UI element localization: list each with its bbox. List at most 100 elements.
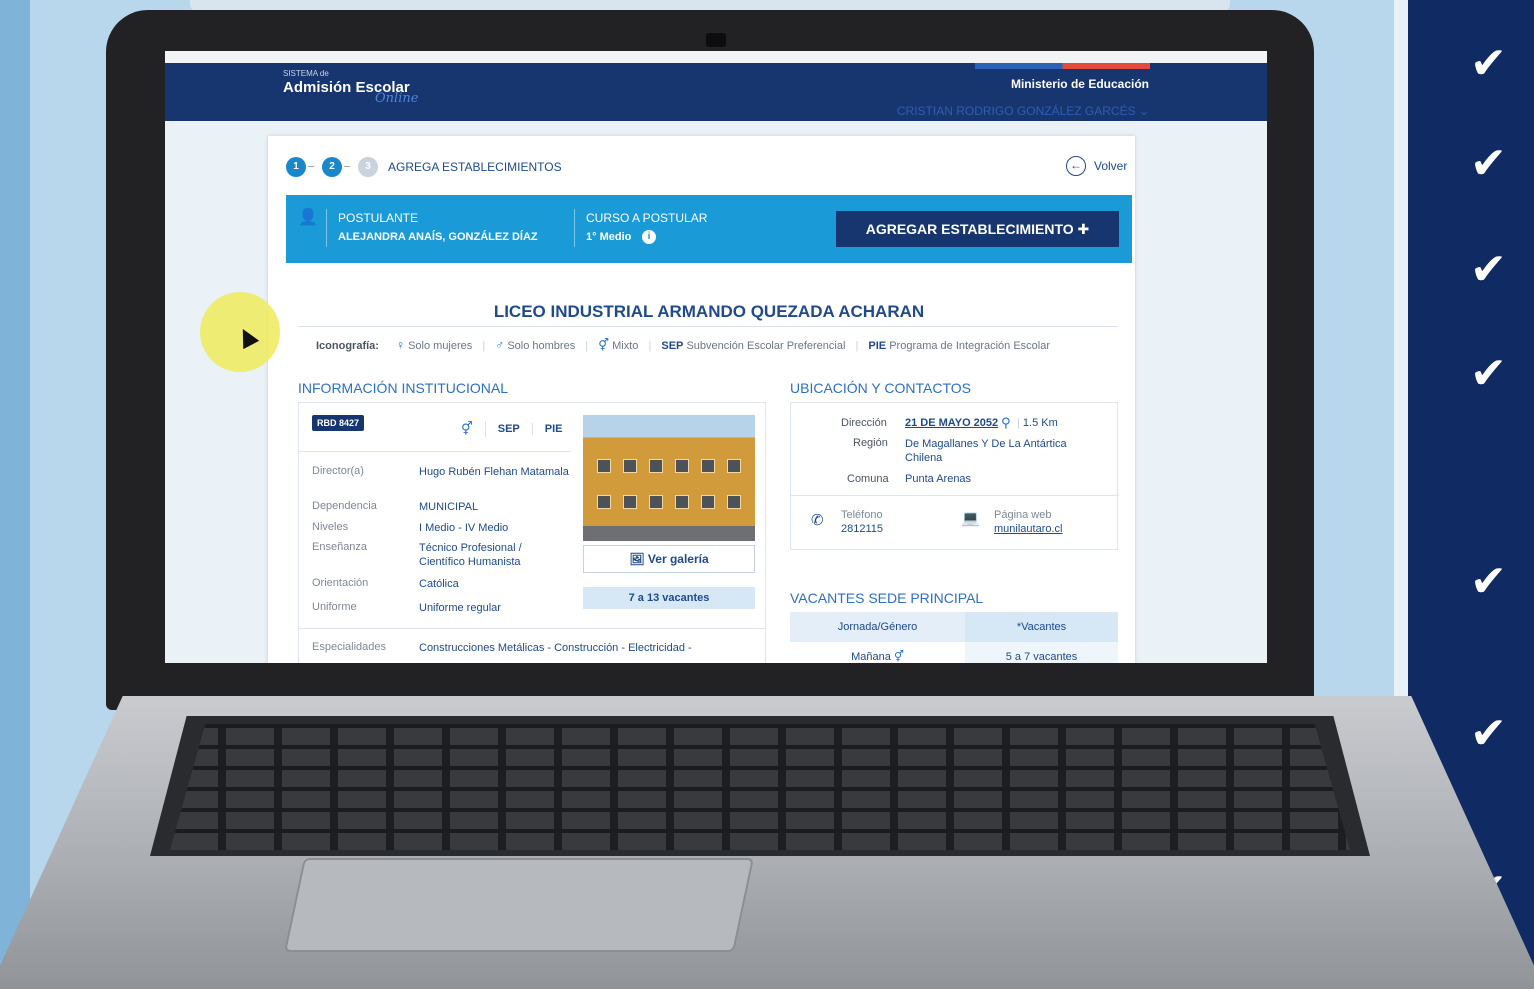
school-name: LICEO INDUSTRIAL ARMANDO QUEZADA ACHARAN (493, 302, 925, 321)
user-icon: 👤 (298, 209, 318, 226)
phone-value: 2812115 (841, 523, 884, 535)
commune-value: Punta Arenas (905, 473, 972, 485)
uniform-label: Uniforme (312, 601, 357, 613)
teaching-value: Técnico Profesional / Científico Humanis… (419, 542, 522, 568)
gallery-label: Ver galería (647, 552, 709, 566)
legend-title: Iconografía: (316, 340, 379, 352)
touchpad (284, 858, 754, 952)
iconography-legend: Iconografía: ♀ Solo mujeres | ♂ Solo hom… (316, 338, 1051, 352)
levels-label: Niveles (312, 521, 349, 533)
distance: | 1.5 Km (1017, 417, 1058, 429)
step-connector (344, 166, 350, 167)
institutional-title: INFORMACIÓN INSTITUCIONAL (298, 380, 509, 396)
uniform-value: Uniforme regular (419, 602, 501, 614)
institutional-info: RBD 8427 ⚥ SEP PIE Director(a) Hugo Rubé… (298, 402, 766, 663)
teaching-label: Enseñanza (312, 541, 368, 553)
step-connector (308, 166, 314, 167)
map-pin-icon[interactable]: ⚲ (1001, 415, 1011, 431)
divider (574, 209, 575, 247)
mixed-icon: ⚥ (893, 651, 904, 663)
table-row: Mañana ⚥ 5 a 7 vacantes (790, 642, 1118, 663)
step-title: AGREGA ESTABLECIMIENTOS (388, 160, 562, 174)
vacancies-title: VACANTES SEDE PRINCIPAL (790, 590, 984, 606)
region-value: De Magallanes Y De La Antártica Chilena (905, 438, 1067, 464)
course-label: CURSO A POSTULAR (586, 211, 708, 225)
main-card: 1 2 3 AGREGA ESTABLECIMIENTOS ← Volver 👤… (268, 136, 1135, 663)
orientation-value: Católica (419, 578, 459, 590)
vacancies-badge: 7 a 13 vacantes (583, 587, 755, 609)
laptop-icon: 💻 (961, 510, 980, 527)
user-name: CRISTIAN RODRIGO GONZÁLEZ GARCÉS (896, 104, 1136, 118)
shift-value: Mañana (851, 651, 891, 663)
flag-stripe (975, 63, 1150, 69)
specialties-value: Construcciones Metálicas - Construcción … (419, 642, 692, 654)
check-icon: ✔ (1470, 348, 1507, 399)
divider (791, 495, 1119, 496)
legend-pie-text: Programa de Integración Escolar (889, 340, 1051, 352)
address-label: Dirección (841, 417, 887, 429)
back-button[interactable]: ← Volver (1066, 156, 1127, 176)
plus-icon: ✚ (1077, 221, 1090, 237)
col-header-vacancies: *Vacantes (965, 612, 1118, 642)
col-header-shift: Jornada/Género (837, 621, 918, 633)
orientation-label: Orientación (312, 577, 369, 589)
table-header: Jornada/Género *Vacantes (790, 612, 1118, 642)
school-photo (583, 415, 755, 541)
logo-subtitle: SISTEMA de (283, 69, 329, 78)
dependency-value: MUNICIPAL (419, 501, 479, 513)
legend-mixed: Mixto (612, 340, 639, 352)
vacancies-table: Jornada/Género *Vacantes Mañana ⚥ 5 a 7 … (790, 612, 1118, 663)
browser-url-bar[interactable] (165, 51, 1267, 63)
step-3: 3 (358, 157, 378, 177)
legend-pie-abbr: PIE (868, 340, 887, 352)
back-label: Volver (1094, 159, 1128, 173)
gallery-icon: 🖼 (629, 552, 645, 566)
legend-sep-text: Subvención Escolar Preferencial (686, 340, 846, 352)
commune-label: Comuna (847, 473, 889, 485)
ministry-label: Ministerio de Educación (1010, 77, 1149, 91)
web-link[interactable]: munilautaro.cl (994, 523, 1062, 535)
webcam-icon (706, 33, 726, 47)
school-badges: ⚥ SEP PIE (449, 421, 575, 437)
add-school-button[interactable]: AGREGAR ESTABLECIMIENTO ✚ (836, 211, 1119, 247)
location-info: Dirección 21 DE MAYO 2052 ⚲ | 1.5 Km Reg… (790, 402, 1119, 550)
info-icon[interactable]: i (642, 230, 656, 244)
dependency-label: Dependencia (312, 500, 377, 512)
applicant-value: ALEJANDRA ANAÍS, GONZÁLEZ DÍAZ (338, 231, 538, 243)
logo-online: Online (375, 91, 419, 106)
divider (299, 451, 571, 452)
phone-label: Teléfono (841, 509, 883, 521)
divider (299, 628, 765, 629)
rbd-badge: RBD 8427 (312, 415, 365, 431)
address-link[interactable]: 21 DE MAYO 2052 (905, 417, 998, 429)
distance-value: 1.5 Km (1022, 417, 1058, 429)
sep-badge: SEP (486, 423, 533, 435)
phone-icon: ✆ (811, 512, 824, 529)
laptop-screen: SISTEMA de Admisión Escolar Online Minis… (165, 51, 1267, 663)
pie-badge: PIE (544, 423, 563, 435)
gallery-button[interactable]: 🖼 Ver galería (583, 545, 755, 573)
web-label: Página web (994, 509, 1052, 521)
add-school-label: AGREGAR ESTABLECIMIENTO (865, 221, 1074, 237)
chevron-down-icon: ⌄ (1138, 104, 1149, 118)
check-icon: ✔ (1470, 38, 1507, 89)
legend-male: Solo hombres (507, 340, 576, 352)
vacancies-value: 5 a 7 vacantes (965, 642, 1118, 663)
arrow-left-icon: ← (1066, 156, 1086, 176)
divider (326, 209, 327, 247)
region-label: Región (853, 437, 888, 449)
mixed-icon: ⚥ (598, 338, 610, 352)
keyboard-rows (170, 724, 1350, 850)
levels-value: I Medio - IV Medio (419, 522, 509, 534)
laptop-base (0, 696, 1534, 989)
legend-sep-abbr: SEP (661, 340, 684, 352)
step-2[interactable]: 2 (322, 157, 342, 177)
female-icon: ♀ (396, 338, 406, 352)
director-value: Hugo Rubén Flehan Matamala (419, 466, 569, 478)
applicant-banner: 👤 POSTULANTE ALEJANDRA ANAÍS, GONZÁLEZ D… (286, 195, 1132, 263)
step-1[interactable]: 1 (286, 157, 306, 177)
check-icon: ✔ (1470, 138, 1507, 189)
director-label: Director(a) (312, 465, 364, 477)
user-menu[interactable]: CRISTIAN RODRIGO GONZÁLEZ GARCÉS ⌄ (865, 104, 1149, 118)
specialties-label: Especialidades (312, 641, 386, 653)
